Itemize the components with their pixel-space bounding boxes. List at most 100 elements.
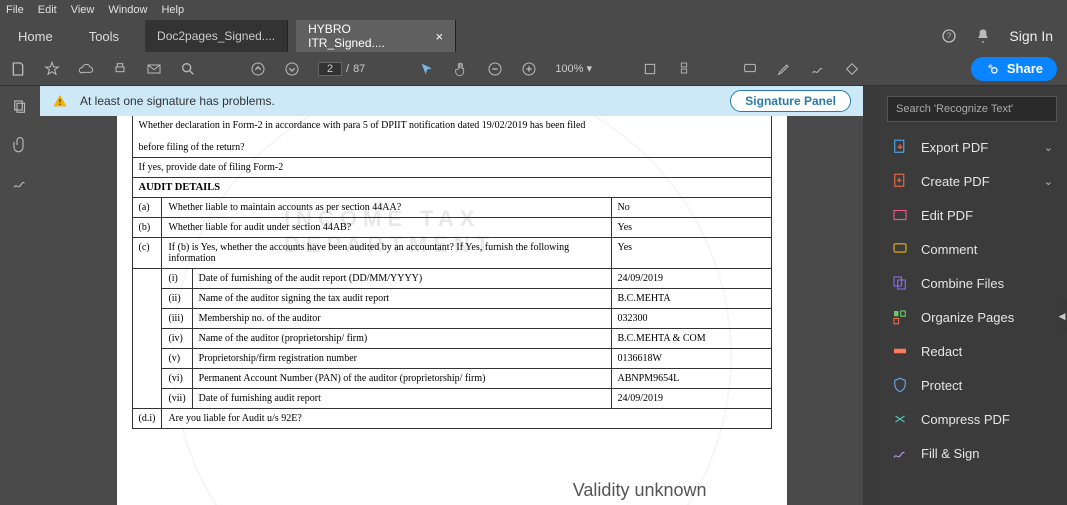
cell-b-lbl: (b): [132, 218, 162, 238]
cell-di-txt: Are you liable for Audit u/s 92E?: [162, 409, 771, 429]
page-input[interactable]: [318, 62, 342, 76]
menu-window[interactable]: Window: [108, 4, 147, 16]
help-icon[interactable]: ?: [941, 28, 957, 44]
doc-table: Whether declaration in Form-2 in accorda…: [132, 116, 772, 429]
comment-tool-icon: [891, 240, 909, 258]
tool-protect[interactable]: Protect: [877, 368, 1067, 402]
doc-line1b: before filing of the return?: [139, 142, 245, 153]
edit-pdf-icon: [891, 206, 909, 224]
table-row: (v) Proprietorship/firm registration num…: [132, 349, 771, 369]
cell-vi-lbl: (vi): [162, 369, 192, 389]
find-icon[interactable]: [180, 61, 196, 77]
cell-c-txt: If (b) is Yes, whether the accounts have…: [162, 238, 611, 269]
cell-iii-lbl: (iii): [162, 309, 192, 329]
tool-organize[interactable]: Organize Pages: [877, 300, 1067, 334]
zoom-out-icon[interactable]: [487, 61, 503, 77]
tool-combine[interactable]: Combine Files: [877, 266, 1067, 300]
scrollbar[interactable]: [863, 86, 877, 505]
tool-label: Protect: [921, 378, 962, 393]
chevron-down-icon: ⌄: [1044, 141, 1053, 154]
tab-doc2[interactable]: HYBRO ITR_Signed.... ×: [296, 20, 456, 52]
cell-vii-txt: Date of furnishing audit report: [192, 389, 611, 409]
left-rail: [0, 86, 40, 505]
cell-a-txt: Whether liable to maintain accounts as p…: [162, 198, 611, 218]
page-scroll[interactable]: INCOME TAX DEPARTMENT Whether declaratio…: [40, 116, 863, 505]
cell-b-val: Yes: [611, 218, 771, 238]
menu-edit[interactable]: Edit: [38, 4, 57, 16]
tool-compress[interactable]: Compress PDF: [877, 402, 1067, 436]
table-row: (b) Whether liable for audit under secti…: [132, 218, 771, 238]
tool-create-pdf[interactable]: Create PDF ⌄: [877, 164, 1067, 198]
cell-ii-val: B.C.MEHTA: [611, 289, 771, 309]
signin-button[interactable]: Sign In: [1009, 28, 1053, 44]
validity-stamp: Validity unknown: [573, 480, 707, 501]
bell-icon[interactable]: [975, 28, 991, 44]
cloud-icon[interactable]: [78, 61, 94, 77]
search-input[interactable]: Search 'Recognize Text': [887, 96, 1057, 122]
table-row: (ii) Name of the auditor signing the tax…: [132, 289, 771, 309]
signature-panel-button[interactable]: Signature Panel: [730, 90, 851, 112]
tool-label: Redact: [921, 344, 962, 359]
stamp-icon[interactable]: [844, 61, 860, 77]
menu-file[interactable]: File: [6, 4, 24, 16]
cell-iii-val: 032300: [611, 309, 771, 329]
print-icon[interactable]: [112, 61, 128, 77]
close-icon[interactable]: ×: [436, 29, 444, 44]
table-row: (i) Date of furnishing of the audit repo…: [132, 269, 771, 289]
cell-iv-lbl: (iv): [162, 329, 192, 349]
redact-icon: [891, 342, 909, 360]
zoom-in-icon[interactable]: [521, 61, 537, 77]
expand-right-icon[interactable]: ◀: [1057, 298, 1067, 334]
tab-row: Home Tools Doc2pages_Signed.... HYBRO IT…: [0, 20, 1067, 52]
mail-icon[interactable]: [146, 61, 162, 77]
cell-v-val: 0136618W: [611, 349, 771, 369]
select-icon[interactable]: [419, 61, 435, 77]
tool-export-pdf[interactable]: Export PDF ⌄: [877, 130, 1067, 164]
attachments-icon[interactable]: [11, 136, 29, 154]
zoom-level[interactable]: 100% ▾: [555, 62, 592, 75]
table-row: (c) If (b) is Yes, whether the accounts …: [132, 238, 771, 269]
cell-i-val: 24/09/2019: [611, 269, 771, 289]
comment-icon[interactable]: [742, 61, 758, 77]
cell-vii-lbl: (vii): [162, 389, 192, 409]
tool-fill-sign[interactable]: Fill & Sign: [877, 436, 1067, 470]
tool-redact[interactable]: Redact: [877, 334, 1067, 368]
highlight-icon[interactable]: [776, 61, 792, 77]
tab-doc1-label: Doc2pages_Signed....: [157, 29, 275, 43]
tool-label: Export PDF: [921, 140, 988, 155]
thumbnails-icon[interactable]: [11, 98, 29, 116]
menu-view[interactable]: View: [71, 4, 95, 16]
cell-a-lbl: (a): [132, 198, 162, 218]
page-up-icon[interactable]: [250, 61, 266, 77]
sign-icon[interactable]: [810, 61, 826, 77]
content-area: ▶ At least one signature has problems. S…: [0, 86, 1067, 505]
cell-di-lbl: (d.i): [132, 409, 162, 429]
tool-label: Create PDF: [921, 174, 990, 189]
search-placeholder: Search 'Recognize Text': [896, 103, 1013, 115]
signature-rail-icon[interactable]: [11, 174, 29, 192]
page-down-icon[interactable]: [284, 61, 300, 77]
menu-help[interactable]: Help: [161, 4, 184, 16]
fit-width-icon[interactable]: [642, 61, 658, 77]
tab-doc1[interactable]: Doc2pages_Signed....: [145, 20, 288, 52]
cell-i-txt: Date of furnishing of the audit report (…: [192, 269, 611, 289]
export-pdf-icon: [891, 138, 909, 156]
menubar: File Edit View Window Help: [0, 0, 1067, 20]
share-button[interactable]: Share: [971, 57, 1057, 81]
cell-c-lbl: (c): [132, 238, 162, 269]
star-icon[interactable]: [44, 61, 60, 77]
tool-edit-pdf[interactable]: Edit PDF: [877, 198, 1067, 232]
scroll-mode-icon[interactable]: [676, 61, 692, 77]
tool-label: Compress PDF: [921, 412, 1010, 427]
table-row: (iv) Name of the auditor (proprietorship…: [132, 329, 771, 349]
cell-b-txt: Whether liable for audit under section 4…: [162, 218, 611, 238]
organize-icon: [891, 308, 909, 326]
tool-comment[interactable]: Comment: [877, 232, 1067, 266]
combine-icon: [891, 274, 909, 292]
tab-tools[interactable]: Tools: [71, 20, 137, 52]
tab-home[interactable]: Home: [0, 20, 71, 52]
tool-label: Organize Pages: [921, 310, 1014, 325]
save-icon[interactable]: [10, 61, 26, 77]
hand-icon[interactable]: [453, 61, 469, 77]
right-panel: Search 'Recognize Text' Export PDF ⌄ Cre…: [877, 86, 1067, 505]
